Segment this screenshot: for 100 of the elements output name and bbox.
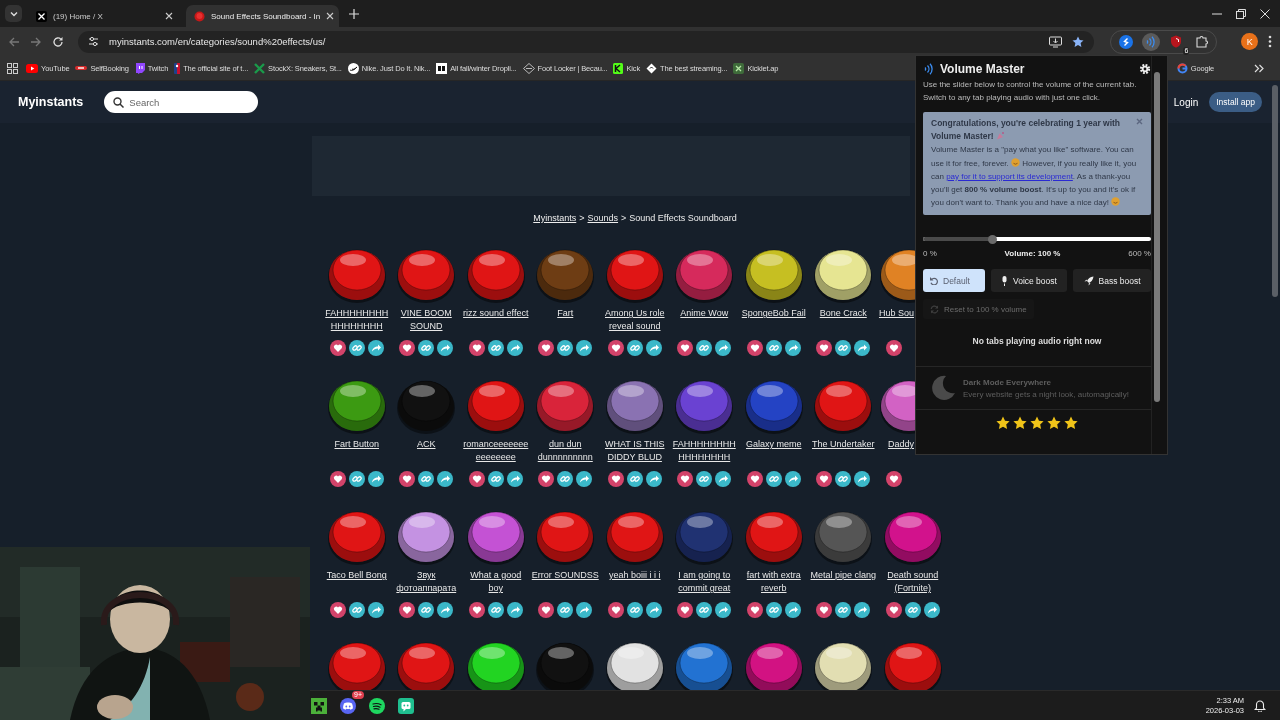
link-icon[interactable]	[696, 602, 713, 618]
sound-link[interactable]: SpongeBob Fail	[741, 307, 806, 335]
taskbar-app[interactable]	[397, 696, 415, 715]
search-field[interactable]: Search	[104, 91, 259, 113]
menu-icon[interactable]	[1268, 35, 1272, 48]
link-icon[interactable]	[696, 471, 713, 487]
settings-icon[interactable]	[1139, 63, 1151, 75]
close-icon[interactable]	[326, 12, 335, 20]
link-icon[interactable]	[348, 602, 365, 618]
mode-button[interactable]: Voice boost	[990, 269, 1068, 293]
sound-link[interactable]: Error SOUNDSS	[531, 569, 599, 597]
link-icon[interactable]	[696, 340, 713, 356]
sports-logo-icon	[174, 62, 181, 74]
link-icon[interactable]	[765, 340, 782, 356]
link-icon[interactable]	[835, 471, 852, 487]
link-icon[interactable]	[626, 471, 643, 487]
sound-link[interactable]: Звук фотоаппарата	[392, 569, 461, 597]
link-icon[interactable]	[835, 602, 852, 618]
sound-link[interactable]: Among Us role reveal sound	[600, 307, 669, 335]
link-icon[interactable]	[348, 471, 365, 487]
sound-link[interactable]: The Undertaker	[812, 438, 875, 466]
link-icon[interactable]	[487, 471, 504, 487]
sound-link[interactable]: FAHHHHHHHHHHHHHHHH	[670, 438, 739, 466]
sound-link[interactable]: WHAT IS THIS DIDDY BLUD	[600, 438, 669, 466]
sound-waves-icon	[923, 63, 935, 75]
sound-link[interactable]: Metal pipe clang	[810, 569, 876, 597]
apps-grid-icon[interactable]	[7, 62, 18, 74]
sound-link[interactable]: What a good boy	[461, 569, 530, 597]
link-icon[interactable]	[418, 471, 435, 487]
link-icon[interactable]	[557, 340, 574, 356]
taskbar-app[interactable]	[368, 696, 386, 715]
sound-link[interactable]: rizz sound effect	[463, 307, 529, 335]
sound-link[interactable]: Anime Wow	[680, 307, 729, 335]
new-tab-button[interactable]	[349, 7, 359, 22]
sound-link[interactable]: Taco Bell Bong	[326, 569, 387, 597]
sound-link[interactable]: yeah boiii i i i	[609, 569, 661, 597]
install-app-button[interactable]: Install app	[1209, 92, 1262, 112]
install-icon[interactable]	[1049, 35, 1063, 48]
sound-link[interactable]: Daddy	[878, 438, 914, 466]
notice-text: Volume Master is a "pay what you like" software. You can use it for free, forever. However, if you really like it, you can pay for it to support its development. As a thank-you you'll get 800 % volume boost. It's up to you and it's ok if you don't want to. Thank you and have a nice day!	[931, 144, 1138, 210]
site-logo[interactable]: Myinstants	[18, 95, 84, 109]
link-icon[interactable]	[835, 340, 852, 356]
breadcrumb-separator: >	[621, 213, 627, 223]
link-icon[interactable]	[348, 340, 365, 356]
sound-link[interactable]: Fart	[557, 307, 574, 335]
sound-link[interactable]: Galaxy meme	[746, 438, 802, 466]
back-arrow-icon[interactable]	[8, 35, 20, 48]
rocket-icon	[1083, 275, 1094, 286]
link-icon[interactable]	[418, 602, 435, 618]
star-icon[interactable]	[1072, 35, 1085, 48]
login-link[interactable]: Login	[1173, 96, 1199, 108]
slider-thumb[interactable]	[988, 234, 998, 244]
star-icon	[1047, 416, 1061, 430]
close-icon[interactable]	[165, 12, 173, 20]
link-icon[interactable]	[626, 602, 643, 618]
forward-arrow-icon[interactable]	[30, 35, 42, 48]
double-chevron-icon[interactable]	[1254, 63, 1264, 73]
link-icon[interactable]	[487, 340, 504, 356]
link-icon[interactable]	[626, 340, 643, 356]
scrollbar-thumb[interactable]	[1154, 72, 1160, 402]
sound-link[interactable]: I am going to commit great	[670, 569, 739, 597]
x-mark-icon	[254, 62, 266, 74]
sound-link[interactable]: VINE BOOM SOUND	[392, 307, 461, 335]
sound-link[interactable]: FAHHHHHHHHHHHHHHHH	[322, 307, 391, 335]
link-icon[interactable]	[487, 602, 504, 618]
link-icon[interactable]	[765, 602, 782, 618]
browser-tab[interactable]: (19) Home / X	[28, 5, 181, 27]
game-controller-logo-icon	[340, 697, 356, 714]
music-logo-icon	[369, 697, 385, 714]
tab-search-button[interactable]	[5, 5, 22, 22]
site-settings-icon[interactable]	[88, 36, 99, 47]
link-icon[interactable]	[557, 471, 574, 487]
taskbar-app[interactable]	[339, 696, 357, 715]
sound-link[interactable]: Bone Crack	[819, 307, 867, 335]
mode-button[interactable]: Default	[923, 269, 985, 293]
sound-link[interactable]: Hub Sou	[878, 307, 914, 335]
browser-tab[interactable]: Sound Effects Soundboard - In	[186, 5, 339, 27]
sound-link[interactable]: Death sound (Fortnite)	[878, 569, 947, 597]
link-icon[interactable]	[765, 471, 782, 487]
breadcrumb-link[interactable]: Sounds	[587, 213, 619, 223]
sound-link[interactable]: Fart Button	[334, 438, 379, 466]
sound-link[interactable]: romanceeeeeeeeeeeeeee	[461, 438, 530, 466]
address-bar[interactable]: myinstants.com/en/categories/sound%20effects/us/	[78, 30, 1095, 53]
link-icon[interactable]	[557, 602, 574, 618]
chat-bubble-logo-icon	[134, 62, 145, 74]
sound-link[interactable]: dun dun dunnnnnnnnn	[531, 438, 600, 466]
sound-link[interactable]: ACK	[417, 438, 436, 466]
notification-bell-icon[interactable]	[1254, 699, 1266, 712]
link-icon[interactable]	[904, 602, 921, 618]
breadcrumb-link[interactable]: Myinstants	[533, 213, 577, 223]
taskbar-app[interactable]	[310, 696, 328, 715]
reload-icon[interactable]	[52, 35, 64, 48]
close-icon[interactable]	[1260, 9, 1270, 19]
extension-button[interactable]	[1117, 32, 1136, 51]
sound-link[interactable]: fart with extra reverb	[739, 569, 808, 597]
scrollbar[interactable]	[1272, 85, 1278, 297]
volume-slider[interactable]	[923, 237, 1151, 242]
mode-button[interactable]: Bass boost	[1073, 269, 1151, 293]
link-icon[interactable]	[418, 340, 435, 356]
restore-icon[interactable]	[1236, 9, 1246, 19]
